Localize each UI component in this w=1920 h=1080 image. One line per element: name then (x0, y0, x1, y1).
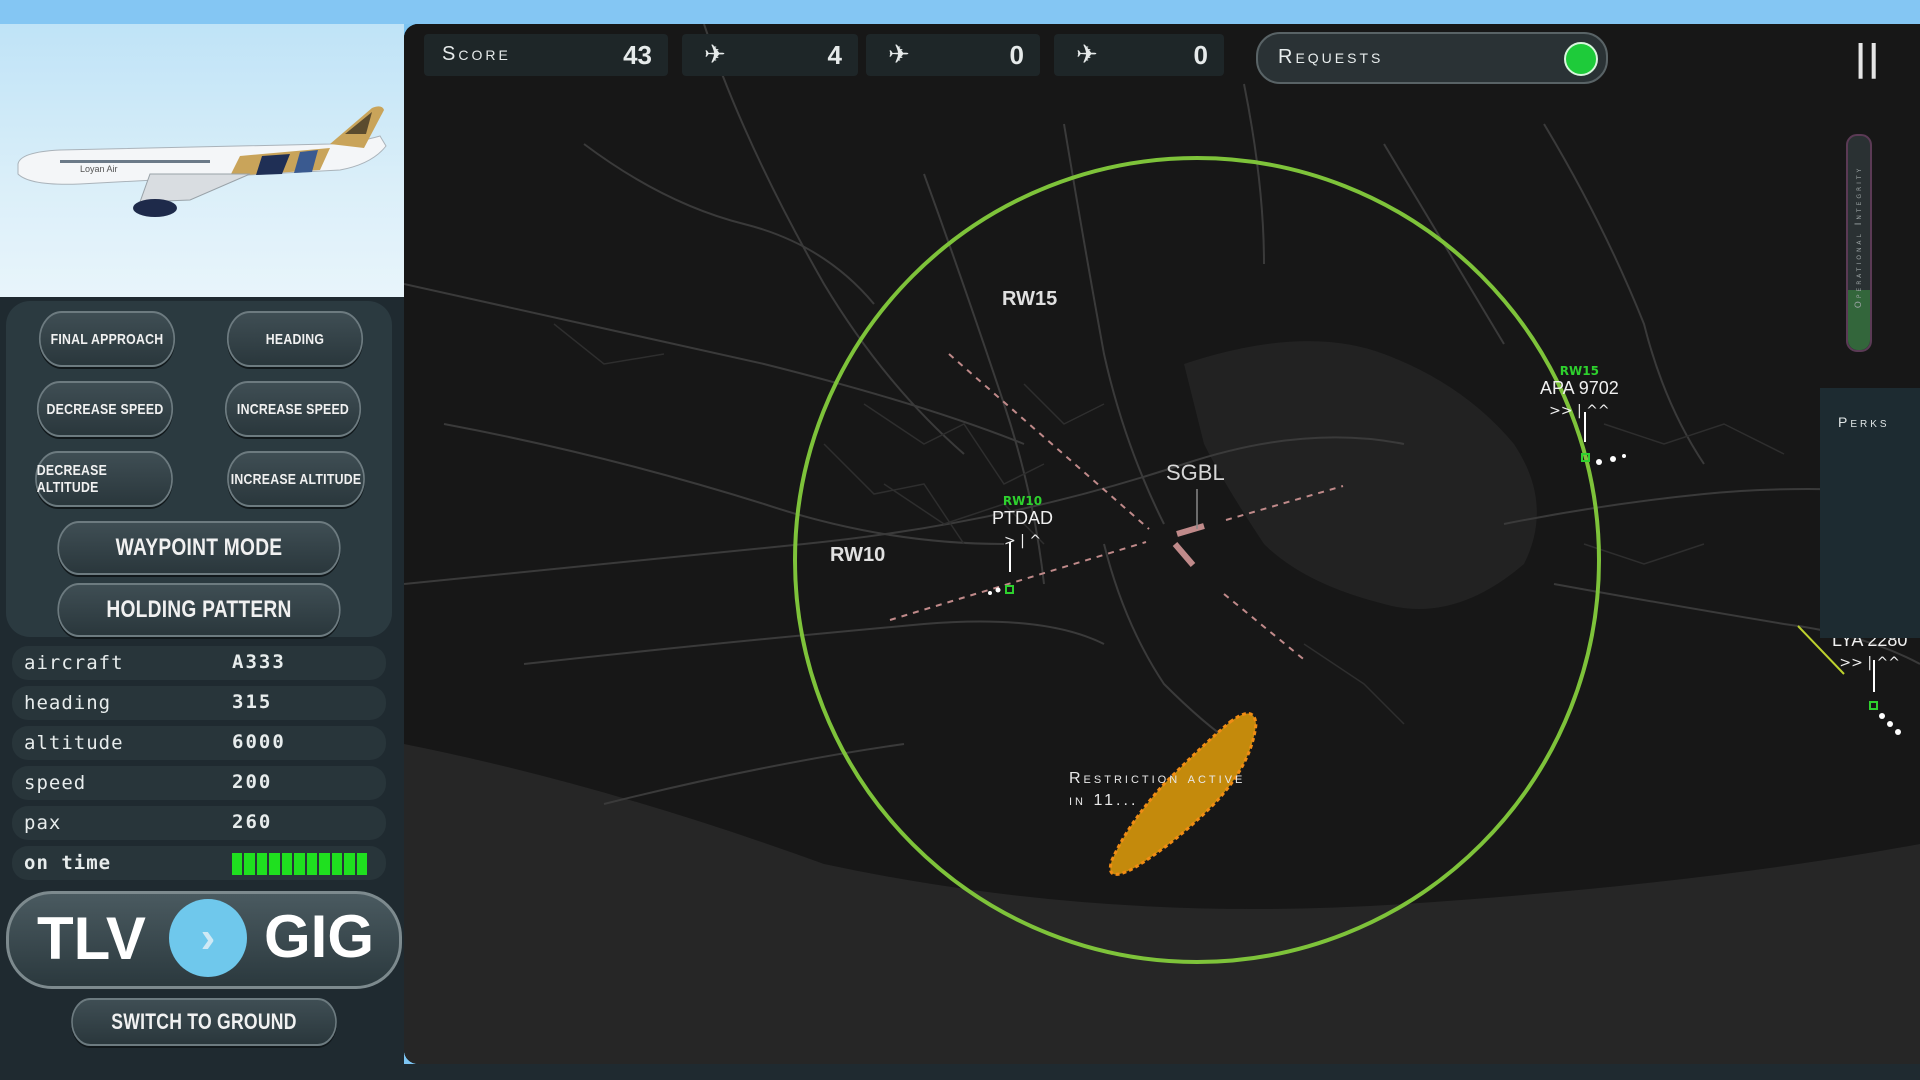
perks-label: Perks (1838, 414, 1890, 430)
radar-map[interactable]: SGBL RW15 RW10 Restriction active in 11.… (404, 24, 1920, 1064)
command-panel: FINAL APPROACH HEADING DECREASE SPEED IN… (6, 301, 392, 637)
pax-label: pax (24, 812, 62, 834)
speed-row: speed 200 (12, 766, 386, 800)
aircraft-row: aircraft A333 (12, 646, 386, 680)
airplane-icon: Loyan Air (17, 106, 387, 217)
flight-command-symbols: > | ^ (1003, 533, 1042, 549)
aircraft-value: A333 (232, 651, 286, 673)
on-time-label: on time (24, 852, 112, 874)
restriction-line-1: Restriction active (1069, 770, 1246, 787)
airline-logo-text: Loyan Air (80, 164, 118, 174)
score-label: Score (442, 43, 511, 65)
route-arrow-button[interactable]: › (169, 899, 247, 977)
speed-label: speed (24, 772, 87, 794)
final-approach-button[interactable]: FINAL APPROACH (38, 311, 176, 367)
pax-value: 260 (232, 811, 273, 833)
aircraft-label: aircraft (24, 652, 124, 674)
window-row (60, 160, 210, 163)
on-time-row: on time (12, 846, 386, 880)
runway-10-label: RW10 (830, 544, 886, 566)
origin-airport: TLV (37, 905, 146, 972)
heading-row: heading 315 (12, 686, 386, 720)
landed-value: 4 (827, 40, 842, 70)
operational-integrity-meter: Operational Integrity (1846, 134, 1872, 352)
score-value: 43 (623, 40, 652, 70)
decrease-altitude-button[interactable]: DECREASE ALTITUDE (35, 451, 173, 507)
requests-timer-icon (1564, 42, 1598, 76)
flight-callsign: PTDAD (992, 508, 1054, 528)
flight-command-symbols: >> | ^^ (1549, 403, 1610, 419)
heading-button[interactable]: HEADING (226, 311, 364, 367)
destination-airport: GIG (264, 903, 375, 970)
map-canvas[interactable] (404, 24, 1920, 1064)
perks-panel[interactable]: Perks (1820, 388, 1920, 638)
decrease-speed-button[interactable]: DECREASE SPEED (36, 381, 174, 437)
flight-tag-ptdad[interactable]: RW10 PTDAD > | ^ (992, 494, 1053, 549)
increase-speed-button[interactable]: INCREASE SPEED (224, 381, 362, 437)
holding-pattern-button[interactable]: HOLDING PATTERN (57, 583, 341, 637)
bottom-strip (0, 1064, 1920, 1080)
crash-icon: ✈︎ (1076, 39, 1098, 69)
flight-tag-apa9702[interactable]: RW15 APA 9702 >> | ^^ (1540, 364, 1619, 419)
requests-button[interactable]: Requests (1256, 32, 1608, 84)
flight-command-symbols: >> | ^^ (1839, 655, 1900, 671)
aircraft-image: Loyan Air (0, 24, 404, 297)
heading-label: heading (24, 692, 112, 714)
requests-label: Requests (1278, 46, 1384, 68)
landed-box: ✈︎ 4 (682, 34, 858, 76)
crashed-box: ✈︎ 0 (1054, 34, 1224, 76)
runway-15-label: RW15 (1002, 288, 1058, 310)
pax-row: pax 260 (12, 806, 386, 840)
altitude-value: 6000 (232, 731, 286, 753)
heading-value: 315 (232, 691, 273, 713)
crashed-value: 0 (1193, 40, 1208, 70)
takeoff-icon: ✈︎ (888, 39, 910, 69)
flight-runway: RW10 (1002, 494, 1043, 508)
landing-icon: ✈︎ (704, 39, 726, 69)
flight-callsign: APA 9702 (1540, 378, 1619, 398)
altitude-row: altitude 6000 (12, 726, 386, 760)
flight-runway: RW15 (1559, 364, 1599, 378)
on-time-bar (232, 853, 367, 875)
departed-box: ✈︎ 0 (866, 34, 1040, 76)
switch-to-ground-button[interactable]: SWITCH TO GROUND (71, 998, 337, 1046)
pause-button[interactable]: || (1854, 38, 1880, 79)
integrity-label: Operational Integrity (1854, 165, 1864, 309)
route-panel: TLV › GIG (6, 891, 402, 989)
top-strip (0, 0, 1920, 24)
speed-value: 200 (232, 771, 273, 793)
waypoint-mode-button[interactable]: WAYPOINT MODE (57, 521, 341, 575)
score-box: Score 43 (424, 34, 668, 76)
departed-value: 0 (1009, 40, 1024, 70)
restriction-text: Restriction active in 11... (1069, 770, 1245, 810)
left-panel: Loyan Air FINAL APPROACH HEADING DECREAS… (0, 24, 404, 1080)
increase-altitude-button[interactable]: INCREASE ALTITUDE (227, 451, 365, 507)
altitude-label: altitude (24, 732, 124, 754)
restriction-line-2: in 11... (1069, 792, 1139, 809)
airport-label: SGBL (1166, 460, 1225, 485)
